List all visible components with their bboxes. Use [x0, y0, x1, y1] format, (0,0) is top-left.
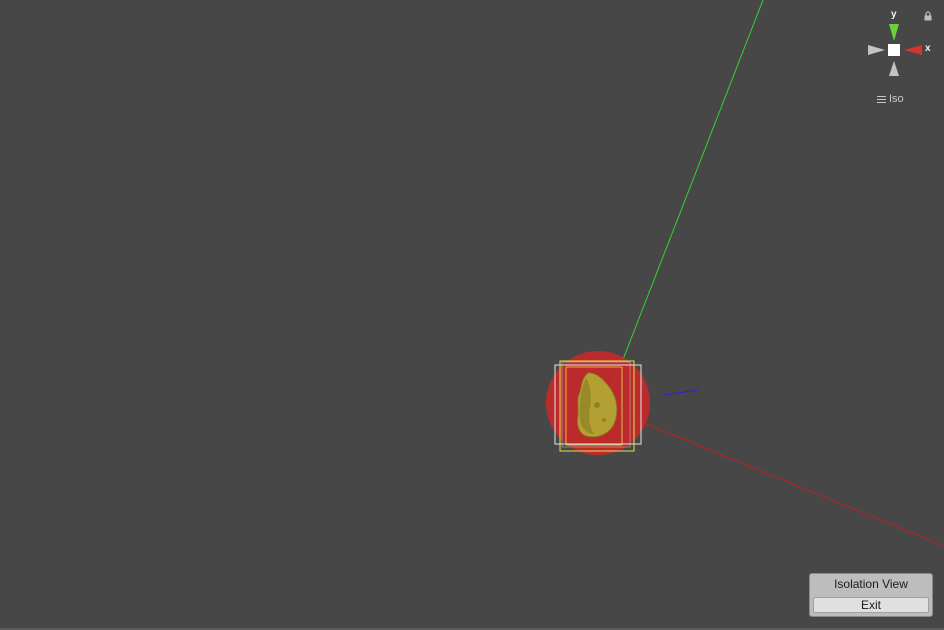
exit-isolation-button[interactable]: Exit — [813, 597, 929, 613]
mesh-detail — [594, 402, 600, 408]
world-x-axis-line — [621, 413, 944, 547]
scene-viewport[interactable]: y x Iso Isolation View Exit — [0, 0, 944, 628]
isolation-view-title: Isolation View — [834, 577, 908, 591]
gizmo-center-cube[interactable] — [888, 44, 900, 56]
scene-canvas[interactable] — [0, 0, 944, 628]
gizmo-neg-y-cone[interactable] — [889, 61, 899, 76]
gizmo-y-cone[interactable] — [889, 24, 899, 41]
gizmo-x-cone[interactable] — [904, 45, 922, 55]
gizmo-y-label[interactable]: y — [891, 9, 897, 20]
gizmo-neg-x-cone[interactable] — [868, 45, 885, 55]
world-y-axis-line — [607, 0, 764, 399]
isolation-view-panel: Isolation View Exit — [809, 573, 933, 617]
world-z-axis-line — [663, 389, 699, 396]
gizmo-x-label[interactable]: x — [925, 43, 931, 54]
projection-toggle[interactable]: Iso — [877, 92, 904, 106]
projection-label: Iso — [889, 93, 904, 105]
orientation-gizmo[interactable] — [858, 6, 938, 106]
lock-icon[interactable] — [923, 11, 933, 21]
mesh-detail — [602, 418, 606, 422]
hamburger-icon — [877, 95, 886, 103]
